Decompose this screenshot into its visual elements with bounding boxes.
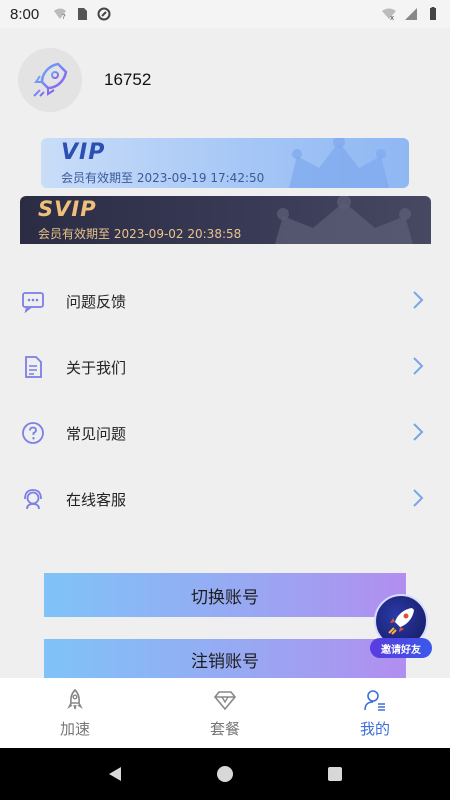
chevron-right-icon: [413, 423, 424, 441]
menu-item-label: 关于我们: [66, 358, 127, 377]
rocket-icon: [388, 608, 414, 635]
data-saver-icon: [97, 7, 111, 21]
diamond-icon: [213, 690, 237, 710]
menu-item-feedback[interactable]: 问题反馈: [0, 268, 450, 334]
tab-label: 加速: [59, 719, 90, 738]
settings-menu: 问题反馈 关于我们 常见问题 在线客服: [0, 268, 450, 532]
svip-card[interactable]: SVIP 会员有效期至 2023-09-02 20:38:58: [20, 196, 431, 244]
svip-title: SVIP: [38, 197, 97, 221]
rocket-avatar-icon: [33, 62, 68, 97]
invite-friends-button[interactable]: 邀请好友: [370, 594, 432, 660]
switch-account-button[interactable]: 切换账号: [44, 573, 406, 617]
sim-card-icon: [78, 8, 88, 20]
menu-item-about[interactable]: 关于我们: [0, 334, 450, 400]
document-icon: [21, 355, 45, 379]
vip-crown-icon: [289, 138, 389, 188]
tab-mine[interactable]: 我的: [300, 678, 450, 748]
status-time: 8:00: [10, 5, 40, 23]
wifi-question-icon: ?: [54, 8, 67, 21]
back-icon[interactable]: [106, 765, 124, 783]
tab-accelerate[interactable]: 加速: [0, 678, 150, 748]
rocket-icon: [67, 688, 83, 709]
bottom-tab-bar: 加速 套餐 我的: [0, 678, 450, 748]
menu-item-label: 问题反馈: [66, 292, 127, 311]
svip-crown-icon: [275, 196, 413, 244]
chevron-right-icon: [413, 489, 424, 507]
tab-label: 套餐: [209, 719, 240, 738]
tab-label: 我的: [359, 719, 390, 738]
menu-item-label: 常见问题: [66, 424, 127, 443]
menu-item-faq[interactable]: 常见问题: [0, 400, 450, 466]
status-bar: 8:00 ? x: [0, 0, 450, 28]
chevron-right-icon: [413, 357, 424, 375]
chevron-right-icon: [413, 291, 424, 309]
vip-card[interactable]: VIP 会员有效期至 2023-09-19 17:42:50: [41, 138, 409, 188]
question-icon: [21, 421, 45, 445]
headset-icon: [21, 487, 45, 511]
menu-item-support[interactable]: 在线客服: [0, 466, 450, 532]
svip-expire-text: 会员有效期至 2023-09-02 20:38:58: [38, 227, 242, 241]
avatar[interactable]: [18, 48, 82, 112]
vip-expire-text: 会员有效期至 2023-09-19 17:42:50: [61, 171, 265, 185]
home-icon[interactable]: [216, 765, 234, 783]
username: 16752: [104, 70, 152, 89]
svg-text:?: ?: [62, 13, 66, 21]
svg-text:x: x: [390, 14, 394, 21]
invite-friends-label: 邀请好友: [370, 638, 432, 658]
logout-button[interactable]: 注销账号: [44, 639, 406, 679]
menu-item-label: 在线客服: [66, 490, 127, 509]
battery-icon: [430, 7, 436, 20]
recents-icon[interactable]: [326, 765, 344, 783]
profile-header: 16752: [18, 48, 151, 112]
system-nav-bar: [0, 748, 450, 800]
chat-icon: [21, 289, 45, 313]
user-icon: [364, 689, 385, 711]
wifi-off-icon: x: [382, 8, 396, 21]
signal-icon: [405, 8, 417, 20]
tab-plans[interactable]: 套餐: [150, 678, 300, 748]
vip-title: VIP: [61, 140, 106, 165]
